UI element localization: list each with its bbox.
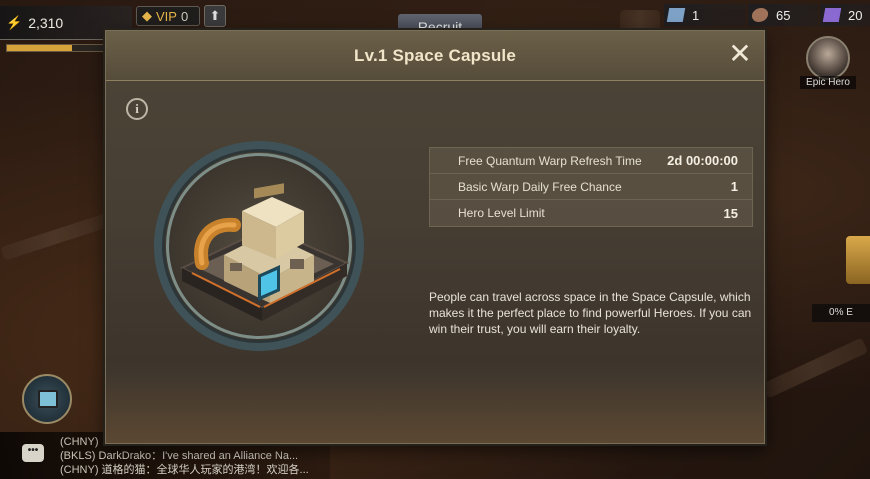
vip-level: 0 <box>180 8 189 24</box>
vip-upgrade-icon[interactable]: ⬆ <box>204 5 226 27</box>
space-capsule-building-image <box>179 183 350 321</box>
resource-crystal[interactable]: 1 <box>664 4 746 26</box>
resource-value: 65 <box>776 7 791 23</box>
purple-gem-icon <box>822 8 842 22</box>
chat-line: (BKLS) DarkDrako：I've shared an Alliance… <box>60 449 330 463</box>
building-description: People can travel across space in the Sp… <box>429 290 752 336</box>
resource-value: 20 <box>848 7 863 23</box>
building-stats-table: Free Quantum Warp Refresh Time 2d 00:00:… <box>429 147 753 227</box>
epic-hero-button[interactable]: Epic Hero <box>800 36 856 92</box>
stat-row: Basic Warp Daily Free Chance 1 <box>430 174 752 200</box>
side-panel-tab[interactable] <box>846 236 870 284</box>
resource-purple-gem[interactable]: 20 <box>820 4 870 26</box>
vip-button[interactable]: ◆ VIP 0 <box>136 6 200 26</box>
stat-label: Hero Level Limit <box>458 206 545 220</box>
stat-row: Hero Level Limit 15 <box>430 200 752 226</box>
chat-text: DarkDrako：I've shared an Alliance Na... <box>98 450 299 462</box>
info-icon[interactable]: i <box>126 98 148 120</box>
vip-label: VIP <box>156 8 177 24</box>
chat-channel: (CHNY) <box>60 436 99 448</box>
power-icon: ⚡ <box>6 14 23 30</box>
stat-value: 1 <box>730 179 738 194</box>
chat-line: (CHNY) 道格的猫：全球华人玩家的港湾！欢迎各... <box>60 463 330 477</box>
hero-portrait <box>806 36 850 80</box>
chat-channel: (BKLS) <box>60 450 96 462</box>
crystal-icon <box>666 8 686 22</box>
monitor-icon <box>38 390 58 408</box>
stat-value: 15 <box>723 205 738 221</box>
dialog-header: Lv.1 Space Capsule ✕ <box>106 31 764 81</box>
dialog-title: Lv.1 Space Capsule <box>353 46 517 65</box>
chat-text: 道格的猫：全球华人玩家的港湾！欢迎各... <box>101 464 309 476</box>
chat-bubble-icon[interactable]: ••• <box>22 444 44 462</box>
resource-ore[interactable]: 65 <box>748 4 818 26</box>
building-info-dialog: Lv.1 Space Capsule ✕ i Free Quantum Warp… <box>105 30 765 444</box>
chat-channel: (CHNY) <box>60 464 99 476</box>
stat-value: 2d 00:00:00 <box>667 153 738 168</box>
power-value: 2,310 <box>28 14 64 31</box>
ore-icon <box>750 8 770 22</box>
epic-hero-label: Epic Hero <box>800 76 856 89</box>
stat-row: Free Quantum Warp Refresh Time 2d 00:00:… <box>430 148 752 174</box>
stat-label: Free Quantum Warp Refresh Time <box>458 153 642 168</box>
vip-gem-icon: ◆ <box>142 8 152 23</box>
stat-label: Basic Warp Daily Free Chance <box>458 179 622 194</box>
chat-channel-button[interactable] <box>22 374 72 424</box>
close-icon[interactable]: ✕ <box>728 40 752 68</box>
resource-value: 1 <box>692 7 700 23</box>
progress-percent: 0% E <box>812 304 870 322</box>
